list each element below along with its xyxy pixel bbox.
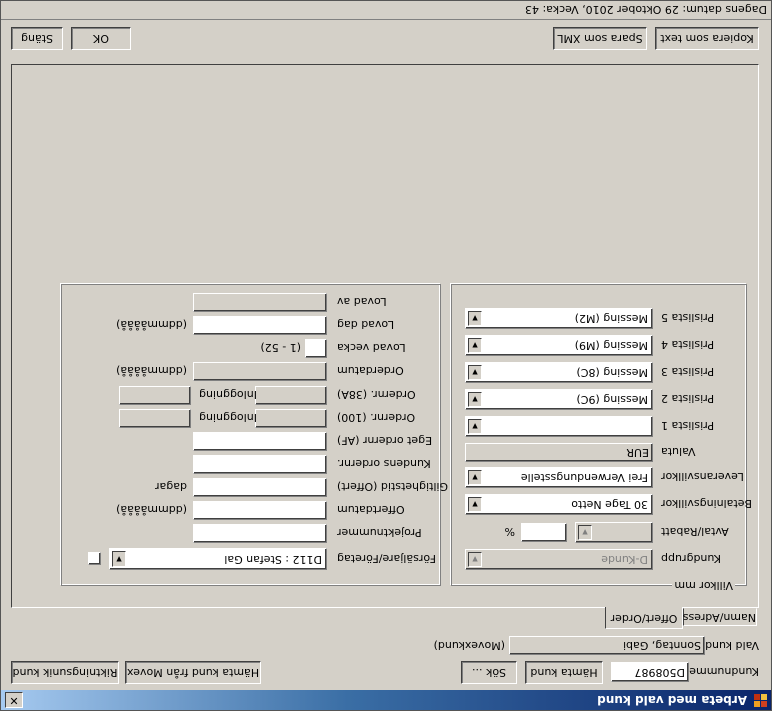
order-date-format-hint: (ddmmåååå)	[116, 364, 187, 377]
order-number-38a-field	[255, 386, 327, 405]
direction-unique-customer-button[interactable]: Riktningsunik kund	[11, 661, 119, 684]
agreement-label: Avtal/Rabatt	[661, 525, 729, 538]
price-list-2-value: Messing (9C)	[576, 393, 649, 406]
copy-as-text-button[interactable]: Kopiera som text	[655, 27, 759, 50]
chevron-down-icon[interactable]: ▼	[468, 365, 482, 380]
price-list-5-select[interactable]: Messing (M2) ▼	[465, 308, 653, 329]
selected-customer-label: Vald kund	[705, 639, 759, 652]
promised-day-input[interactable]	[193, 316, 327, 335]
app-icon	[753, 693, 767, 707]
price-list-3-select[interactable]: Messing (8C) ▼	[465, 362, 653, 383]
validity-unit-label: dagar	[155, 480, 187, 493]
chevron-down-icon[interactable]: ▼	[112, 551, 126, 567]
price-list-3-label: Prislista 3	[661, 365, 715, 378]
work-with-customer-window: Arbeta med vald kund ✕ Kundnummer D50898…	[0, 0, 772, 711]
window-title: Arbeta med vald kund	[597, 693, 747, 707]
own-order-number-input[interactable]	[193, 432, 327, 451]
project-number-input[interactable]	[193, 524, 327, 543]
customer-group-value: D-Kunde	[601, 553, 648, 566]
order-number-100-field	[255, 409, 327, 428]
price-list-1-label: Prislista 1	[661, 419, 715, 432]
terms-legend: Villkor mm	[672, 579, 735, 592]
currency-field: EUR	[465, 443, 653, 462]
customer-order-number-input[interactable]	[193, 455, 327, 474]
chevron-down-icon[interactable]: ▼	[468, 392, 482, 407]
promised-week-label: Lovad vecka	[337, 341, 406, 354]
promised-day-label: Lovad dag	[337, 318, 395, 331]
login-2-field	[119, 386, 191, 405]
payment-terms-select[interactable]: 30 Tage Netto ▼	[465, 494, 653, 515]
close-icon[interactable]: ✕	[5, 692, 23, 708]
login-2-label: Inloggning	[199, 388, 257, 401]
delivery-terms-select[interactable]: Frei Verwendungsstelle ▼	[465, 467, 653, 488]
discount-input[interactable]	[521, 523, 567, 542]
movex-customer-label: (Movexkund)	[433, 639, 505, 652]
project-number-label: Projektnummer	[337, 526, 422, 539]
customer-group-select: D-Kunde ▼	[465, 549, 653, 570]
chevron-down-icon: ▼	[468, 552, 482, 567]
percent-label: %	[504, 525, 515, 538]
price-list-4-value: Messing (M9)	[574, 339, 648, 352]
agreement-select: ▼	[575, 522, 653, 543]
seller-checkbox[interactable]	[88, 552, 101, 565]
price-list-2-label: Prislista 2	[661, 392, 715, 405]
order-number-100-label: Ordernr. (100)	[337, 411, 416, 424]
chevron-down-icon[interactable]: ▼	[468, 497, 482, 512]
promised-week-input[interactable]	[305, 339, 327, 358]
chevron-down-icon[interactable]: ▼	[468, 338, 482, 353]
promised-week-range-hint: (1 - 52)	[260, 341, 301, 354]
price-list-1-select[interactable]: ▼	[465, 416, 653, 437]
save-as-xml-button[interactable]: Spara som XML	[553, 27, 647, 50]
chevron-down-icon[interactable]: ▼	[468, 419, 482, 434]
order-date-field	[193, 362, 327, 381]
delivery-terms-label: Leveransvillkor	[661, 470, 744, 483]
fetch-from-movex-button[interactable]: Hämta kund från Movex	[125, 661, 261, 684]
selected-customer-field: Sonntag, Gabi	[509, 636, 705, 655]
ok-button[interactable]: OK	[71, 27, 131, 50]
title-bar: Arbeta med vald kund ✕	[1, 690, 771, 710]
promised-by-field	[193, 293, 327, 312]
offer-date-input[interactable]	[193, 501, 327, 520]
customer-number-label: Kundnummer	[684, 665, 759, 678]
login-1-label: Inloggning	[199, 411, 257, 424]
offer-date-format-hint: (ddmmåååå)	[116, 503, 187, 516]
payment-terms-value: 30 Tage Netto	[571, 498, 648, 511]
seller-value: D112 : Stefan Gal	[224, 553, 322, 566]
login-1-field	[119, 409, 191, 428]
close-button[interactable]: Stäng	[11, 27, 63, 50]
promised-by-label: Lovad av	[337, 295, 387, 308]
validity-input[interactable]	[193, 478, 327, 497]
price-list-5-value: Messing (M2)	[574, 312, 648, 325]
price-list-2-select[interactable]: Messing (9C) ▼	[465, 389, 653, 410]
chevron-down-icon[interactable]: ▼	[468, 470, 482, 485]
customer-order-number-label: Kundens ordernr.	[337, 457, 431, 470]
price-list-5-label: Prislista 5	[661, 311, 715, 324]
price-list-4-label: Prislista 4	[661, 338, 715, 351]
status-bar: Dagens datum: 29 Oktober 2010, Vecka: 43	[1, 0, 771, 20]
offer-date-label: Offertdatum	[337, 503, 405, 516]
validity-label: Giltighetstid (Offert)	[337, 480, 449, 493]
order-date-label: Orderdatum	[337, 364, 404, 377]
tab-offer-order[interactable]: Offert/Order	[605, 607, 683, 629]
order-number-38a-label: Ordernr. (38A)	[337, 388, 416, 401]
price-list-4-select[interactable]: Messing (M9) ▼	[465, 335, 653, 356]
promised-day-format-hint: (ddmmåååå)	[116, 318, 187, 331]
customer-number-input[interactable]: D508987	[611, 662, 689, 682]
customer-group-label: Kundgrupp	[661, 552, 722, 565]
currency-label: Valuta	[661, 445, 696, 458]
seller-label: Försäljare/Företag	[337, 552, 437, 565]
fetch-customer-button[interactable]: Hämta kund	[525, 661, 603, 684]
search-button[interactable]: Sök ...	[461, 661, 517, 684]
payment-terms-label: Betalningsvillkor	[661, 497, 753, 510]
price-list-3-value: Messing (8C)	[576, 366, 649, 379]
delivery-terms-value: Frei Verwendungsstelle	[520, 471, 648, 484]
chevron-down-icon[interactable]: ▼	[468, 311, 482, 326]
chevron-down-icon: ▼	[578, 525, 592, 540]
seller-select[interactable]: D112 : Stefan Gal ▼	[109, 548, 327, 570]
own-order-number-label: Eget ordernr (AF)	[337, 434, 433, 447]
tab-name-address[interactable]: Namn/Adress	[683, 608, 757, 626]
status-text: Dagens datum: 29 Oktober 2010, Vecka: 43	[524, 3, 767, 16]
